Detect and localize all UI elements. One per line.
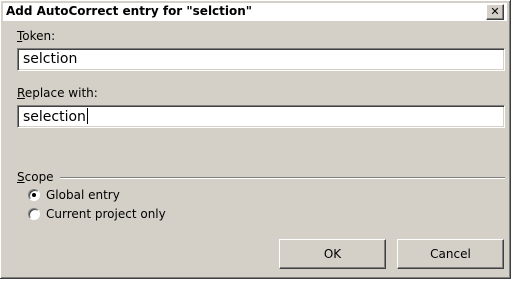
cancel-button[interactable]: Cancel: [397, 239, 504, 269]
scope-divider: [59, 177, 505, 179]
token-input[interactable]: selction: [17, 48, 505, 71]
autocorrect-dialog: Add AutoCorrect entry for "selction" ✕ T…: [0, 0, 511, 279]
radio-selected-dot: [32, 193, 36, 197]
replace-label-accel: R: [17, 86, 25, 100]
radio-label[interactable]: Current project only: [46, 207, 166, 221]
replace-label: Replace with:: [17, 86, 98, 100]
radio-button[interactable]: [28, 208, 40, 220]
scope-group: Scope: [17, 170, 505, 184]
close-icon[interactable]: ✕: [486, 4, 504, 20]
replace-value: selection: [23, 109, 86, 125]
title-bar[interactable]: Add AutoCorrect entry for "selction" ✕: [3, 3, 507, 21]
radio-button[interactable]: [28, 189, 40, 201]
text-caret: [86, 108, 88, 124]
replace-label-text: eplace with:: [24, 86, 98, 100]
scope-label-accel: S: [17, 170, 25, 184]
scope-label: Scope: [17, 170, 60, 184]
ok-button[interactable]: OK: [279, 239, 386, 269]
token-value: selction: [23, 51, 78, 67]
token-label-text: oken:: [22, 29, 56, 43]
scope-label-text: cope: [24, 170, 54, 184]
replace-input[interactable]: selection: [17, 105, 505, 128]
dialog-title: Add AutoCorrect entry for "selction": [6, 4, 253, 18]
token-label: Token:: [17, 29, 55, 43]
radio-label[interactable]: Global entry: [46, 188, 120, 202]
